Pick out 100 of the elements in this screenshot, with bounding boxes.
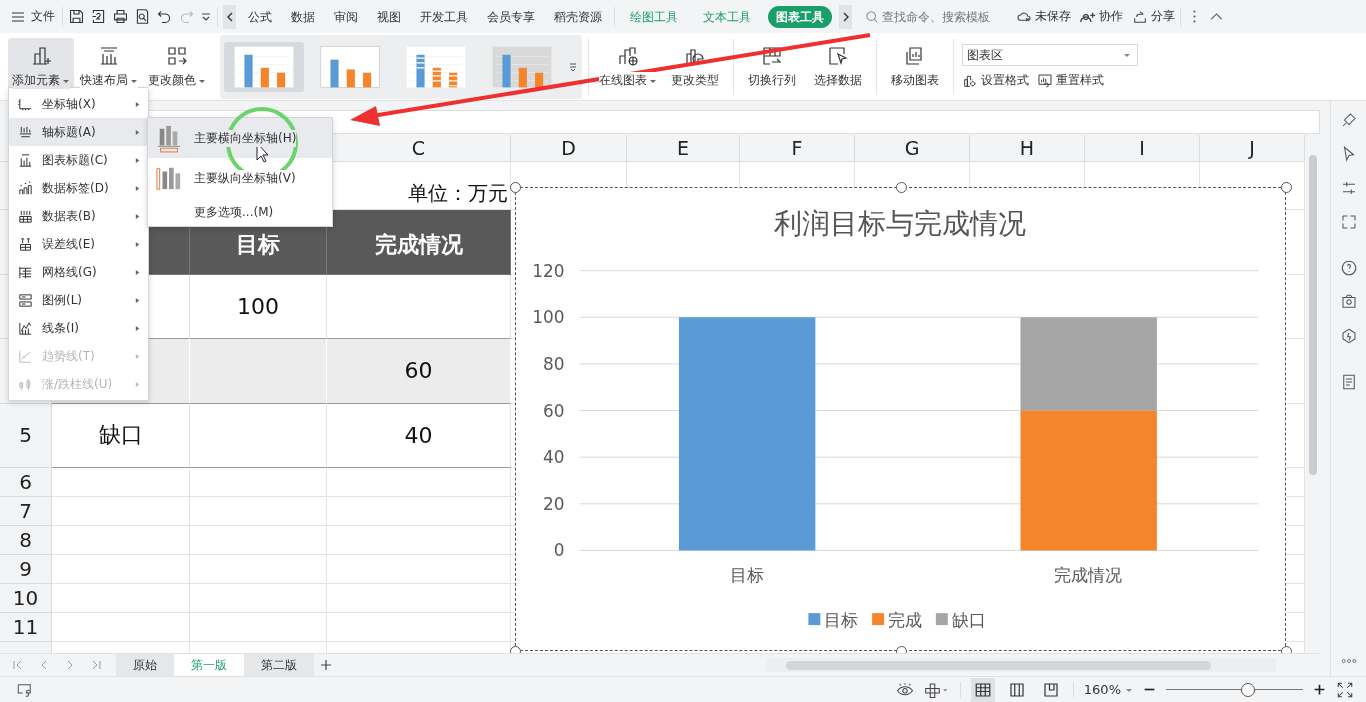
- fullscreen-icon[interactable]: [1336, 680, 1354, 699]
- help-icon[interactable]: [1339, 259, 1358, 277]
- line-chart-icon: [17, 319, 34, 337]
- column-header[interactable]: J: [1200, 134, 1305, 162]
- column-header[interactable]: D: [511, 134, 627, 162]
- vertical-scrollbar[interactable]: [1305, 134, 1320, 653]
- resize-handle[interactable]: [1281, 181, 1292, 193]
- scrollbar-thumb[interactable]: [1309, 154, 1317, 475]
- undo-icon[interactable]: [156, 8, 173, 25]
- page-break-icon: [1041, 680, 1060, 699]
- legend-label: 目标: [824, 609, 859, 630]
- column-header[interactable]: H: [970, 134, 1085, 162]
- caret-icon: [1123, 51, 1131, 59]
- collaborate-button[interactable]: 协作: [1080, 8, 1123, 25]
- menu-tab[interactable]: 视图: [370, 4, 408, 29]
- ribbon-button[interactable]: 移动图表: [883, 37, 947, 96]
- ribbon-button[interactable]: 在线图表: [595, 37, 661, 96]
- ribbon-button[interactable]: 切换行列: [740, 37, 804, 96]
- menu-item[interactable]: 线条(I): [9, 314, 148, 342]
- view-mode-button[interactable]: [970, 677, 995, 702]
- menu-tab[interactable]: 会员专享: [480, 4, 542, 29]
- horizontal-scrollbar[interactable]: [766, 658, 1276, 672]
- add-sheet-icon[interactable]: [320, 659, 332, 671]
- category-label: 完成情况: [1054, 565, 1123, 586]
- scroll-right-button[interactable]: [839, 4, 852, 29]
- axis-tick-label: 20: [542, 493, 565, 514]
- row-header[interactable]: 9: [0, 554, 52, 584]
- submenu-arrow-icon: [135, 380, 140, 388]
- table-cell: 40: [327, 403, 511, 468]
- menu-item[interactable]: 网格线(G): [9, 258, 148, 286]
- menu-tab[interactable]: 数据: [284, 4, 322, 29]
- legend-label: 缺口: [951, 609, 986, 630]
- menu-item[interactable]: 轴标题(A): [9, 118, 148, 146]
- menu-item[interactable]: 误差线(E): [9, 230, 148, 258]
- row-header[interactable]: 8: [0, 525, 52, 555]
- last-sheet-icon[interactable]: [90, 659, 102, 671]
- row-header[interactable]: 7: [0, 496, 52, 526]
- sheet-tab[interactable]: 第一版: [174, 654, 244, 676]
- menu-item[interactable]: 图例(L): [9, 286, 148, 314]
- row-header[interactable]: 5: [0, 403, 52, 468]
- column-header[interactable]: G: [855, 134, 970, 162]
- menu-item[interactable]: 数据标签(D): [9, 174, 148, 202]
- chart-style-thumbnail[interactable]: [224, 41, 304, 92]
- axis-tick-label: 80: [542, 353, 565, 374]
- ribbon-button[interactable]: 更改类型: [663, 37, 727, 96]
- search-field[interactable]: 查找命令、搜索模板: [865, 9, 1007, 24]
- menu-item[interactable]: 主要纵向坐标轴(V): [148, 158, 332, 198]
- row-header[interactable]: 10: [0, 583, 52, 613]
- chevron-right-icon: [841, 11, 850, 22]
- gallery-more-icon[interactable]: [568, 60, 578, 73]
- sheet-tab[interactable]: 原始: [116, 654, 174, 676]
- more-caret-icon[interactable]: [200, 10, 212, 23]
- reset-icon: [1037, 72, 1053, 89]
- scrollbar-thumb[interactable]: [786, 661, 1211, 670]
- menu-tab[interactable]: 公式: [241, 4, 279, 29]
- zoom-slider-thumb[interactable]: [1241, 682, 1256, 697]
- menu-item[interactable]: 数据表(B): [9, 202, 148, 230]
- crosshair-dropdown-icon[interactable]: [923, 680, 950, 699]
- camera-icon[interactable]: [1339, 293, 1358, 311]
- error-bars-icon: [17, 235, 34, 253]
- save-status-button[interactable]: 未保存: [1016, 8, 1071, 25]
- sheet-tab[interactable]: 第二版: [244, 654, 314, 676]
- submenu-arrow-icon: [135, 156, 140, 164]
- menu-item[interactable]: 图表标题(C): [9, 146, 148, 174]
- table-cell: 100: [190, 274, 327, 339]
- resize-handle[interactable]: [510, 181, 521, 193]
- chart-element-dropdown[interactable]: 图表区: [962, 44, 1138, 66]
- column-header[interactable]: F: [740, 134, 855, 162]
- scroll-left-button[interactable]: [223, 4, 236, 29]
- menu-tab[interactable]: 稻壳资源: [547, 4, 609, 29]
- column-header[interactable]: I: [1085, 134, 1200, 162]
- format-button[interactable]: 设置格式: [962, 72, 1029, 89]
- hexagon-icon[interactable]: [1339, 327, 1358, 345]
- print-icon[interactable]: [112, 8, 129, 25]
- bar-chart-icon: [156, 123, 182, 153]
- zoom-in-icon[interactable]: [1313, 683, 1326, 696]
- category-label: 目标: [729, 565, 764, 586]
- column-header[interactable]: E: [627, 134, 740, 162]
- zoom-dropdown[interactable]: 160%: [1083, 682, 1133, 697]
- share-button[interactable]: 分享: [1132, 8, 1175, 25]
- ribbon-button[interactable]: 选择数据: [806, 37, 870, 96]
- print-preview-icon[interactable]: [134, 8, 151, 25]
- resize-handle[interactable]: [895, 181, 907, 193]
- reset-style-button[interactable]: 重置样式: [1037, 72, 1104, 89]
- save-icon[interactable]: [68, 8, 85, 25]
- row-header[interactable]: 11: [0, 612, 52, 642]
- submenu-arrow-icon: [135, 324, 140, 332]
- menu-tab[interactable]: 开发工具: [413, 4, 475, 29]
- data-labels-icon: [17, 179, 34, 197]
- first-sheet-icon[interactable]: [12, 659, 24, 671]
- export-icon[interactable]: [90, 8, 107, 25]
- menu-item[interactable]: 主要横向坐标轴(H): [148, 118, 332, 158]
- row-header[interactable]: 6: [0, 467, 52, 497]
- globe-chart-icon: [616, 44, 640, 68]
- submenu-arrow-icon: [135, 240, 140, 248]
- menu-tab[interactable]: 审阅: [327, 4, 365, 29]
- cursor-select-icon: [826, 44, 850, 68]
- chart-area[interactable]: 利润目标与完成情况 0 20 40 60 80 100 120 目标 完成情况 目标 完成 缺口: [515, 186, 1286, 651]
- menu-item[interactable]: 更多选项...(M): [148, 198, 332, 226]
- file-menu-button[interactable]: 文件: [8, 5, 57, 28]
